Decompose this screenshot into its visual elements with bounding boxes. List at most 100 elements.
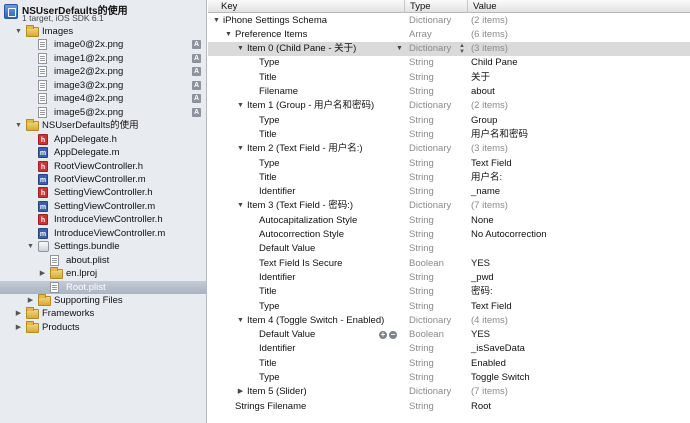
plist-value[interactable]: (2 items) bbox=[471, 14, 508, 28]
plist-value[interactable]: Text Field bbox=[471, 300, 512, 314]
plist-type[interactable]: String bbox=[409, 71, 434, 85]
plist-value[interactable]: (2 items) bbox=[471, 99, 508, 113]
plist-row[interactable]: ▼ Item 0 (Child Pane - 关于) ▼ Dictionary ▲ ▼ (3… bbox=[208, 42, 690, 57]
plist-key[interactable]: Identifier bbox=[259, 271, 295, 285]
plist-type[interactable]: String bbox=[409, 357, 434, 371]
plist-row[interactable]: Title String 用户名和密码 bbox=[208, 128, 690, 142]
plist-type[interactable]: Array bbox=[409, 28, 432, 42]
plist-value[interactable]: (7 items) bbox=[471, 199, 508, 213]
plist-key[interactable]: Text Field Is Secure bbox=[259, 257, 342, 271]
plist-row[interactable]: Type String Group bbox=[208, 114, 690, 128]
plist-row[interactable]: ▼ iPhone Settings Schema Dictionary (2 item… bbox=[208, 14, 690, 28]
plist-row[interactable]: Title String 用户名: bbox=[208, 171, 690, 185]
plist-key[interactable]: Item 3 (Text Field - 密码:) bbox=[247, 199, 353, 213]
plist-value[interactable]: (4 items) bbox=[471, 314, 508, 328]
navigator-item[interactable]: ▼ Images bbox=[0, 25, 206, 38]
plist-key[interactable]: Type bbox=[259, 56, 280, 70]
plist-row[interactable]: Text Field Is Secure Boolean YES bbox=[208, 257, 690, 271]
value-column-header[interactable]: Value bbox=[467, 0, 690, 13]
plist-type[interactable]: String bbox=[409, 342, 434, 356]
plist-type[interactable]: String bbox=[409, 214, 434, 228]
plist-key[interactable]: Autocorrection Style bbox=[259, 228, 344, 242]
plist-key[interactable]: Item 1 (Group - 用户名和密码) bbox=[247, 99, 374, 113]
plist-value[interactable]: No Autocorrection bbox=[471, 228, 547, 242]
plist-value[interactable]: YES bbox=[471, 328, 490, 342]
plist-row[interactable]: Default Value + − Boolean YES bbox=[208, 328, 690, 342]
disclosure-open-icon[interactable]: ▼ bbox=[236, 142, 245, 156]
plist-key[interactable]: Item 0 (Child Pane - 关于) bbox=[247, 42, 356, 56]
remove-row-icon[interactable]: − bbox=[389, 331, 397, 340]
navigator-item[interactable]: ▼ NSUserDefaults的使用 bbox=[0, 119, 206, 132]
plist-type[interactable]: String bbox=[409, 285, 434, 299]
plist-type[interactable]: String bbox=[409, 56, 434, 70]
plist-value[interactable]: _pwd bbox=[471, 271, 494, 285]
navigator-item[interactable]: image1@2x.png A bbox=[0, 52, 206, 65]
plist-key[interactable]: Identifier bbox=[259, 185, 295, 199]
plist-value[interactable]: (3 items) bbox=[471, 42, 508, 56]
plist-row[interactable]: Type String Child Pane bbox=[208, 56, 690, 70]
plist-key[interactable]: Filename bbox=[259, 85, 298, 99]
disclosure-closed-icon[interactable]: ▶ bbox=[14, 307, 23, 320]
plist-type[interactable]: Boolean bbox=[409, 328, 444, 342]
plist-type[interactable]: Dictionary bbox=[409, 314, 451, 328]
plist-value[interactable]: 密码: bbox=[471, 285, 493, 299]
plist-row[interactable]: Default Value String bbox=[208, 242, 690, 256]
plist-type[interactable]: Boolean bbox=[409, 257, 444, 271]
plist-key[interactable]: Autocapitalization Style bbox=[259, 214, 357, 228]
navigator-item[interactable]: h RootViewController.h bbox=[0, 160, 206, 173]
navigator-item[interactable]: m AppDelegate.m bbox=[0, 146, 206, 159]
plist-key[interactable]: Preference Items bbox=[235, 28, 307, 42]
disclosure-open-icon[interactable]: ▼ bbox=[236, 99, 245, 113]
plist-value[interactable]: about bbox=[471, 85, 495, 99]
navigator-item[interactable]: h IntroduceViewController.h bbox=[0, 213, 206, 226]
navigator-item[interactable]: ▶ Supporting Files bbox=[0, 294, 206, 307]
disclosure-closed-icon[interactable]: ▶ bbox=[14, 321, 23, 334]
navigator-item[interactable]: ▼ Settings.bundle bbox=[0, 240, 206, 253]
plist-row[interactable]: Autocapitalization Style String None bbox=[208, 214, 690, 228]
add-row-icon[interactable]: + bbox=[379, 331, 387, 340]
disclosure-closed-icon[interactable]: ▶ bbox=[236, 385, 245, 399]
plist-type[interactable]: String bbox=[409, 400, 434, 414]
plist-type[interactable]: Dictionary bbox=[409, 99, 451, 113]
plist-type[interactable]: String bbox=[409, 185, 434, 199]
plist-type[interactable]: Dictionary bbox=[409, 199, 451, 213]
plist-key[interactable]: Type bbox=[259, 114, 280, 128]
plist-type[interactable]: String bbox=[409, 114, 434, 128]
plist-value[interactable]: Toggle Switch bbox=[471, 371, 530, 385]
plist-key[interactable]: Title bbox=[259, 357, 277, 371]
disclosure-closed-icon[interactable]: ▶ bbox=[38, 267, 47, 280]
plist-key[interactable]: Default Value bbox=[259, 242, 315, 256]
navigator-item[interactable]: image2@2x.png A bbox=[0, 65, 206, 78]
plist-value[interactable]: Text Field bbox=[471, 157, 512, 171]
plist-type[interactable]: String bbox=[409, 242, 434, 256]
navigator-item[interactable]: ▶ Frameworks bbox=[0, 307, 206, 320]
plist-type[interactable]: String bbox=[409, 157, 434, 171]
plist-value[interactable]: _name bbox=[471, 185, 500, 199]
disclosure-open-icon[interactable]: ▼ bbox=[26, 240, 35, 253]
navigator-item[interactable]: h SettingViewController.h bbox=[0, 186, 206, 199]
navigator-item[interactable]: m IntroduceViewController.m bbox=[0, 227, 206, 240]
plist-row[interactable]: Identifier String _isSaveData bbox=[208, 342, 690, 356]
plist-row[interactable]: Strings Filename String Root bbox=[208, 400, 690, 414]
plist-row[interactable]: Title String 关于 bbox=[208, 71, 690, 85]
plist-row[interactable]: ▼ Item 2 (Text Field - 用户名:) Dictionary (3 … bbox=[208, 142, 690, 156]
navigator-item[interactable]: image0@2x.png A bbox=[0, 38, 206, 51]
navigator-item[interactable]: h AppDelegate.h bbox=[0, 133, 206, 146]
plist-type[interactable]: Dictionary bbox=[409, 142, 451, 156]
plist-row[interactable]: Title String Enabled bbox=[208, 357, 690, 371]
type-stepper-icon[interactable]: ▲ ▼ bbox=[459, 43, 465, 55]
plist-row[interactable]: Type String Text Field bbox=[208, 300, 690, 314]
plist-type[interactable]: String bbox=[409, 371, 434, 385]
plist-key[interactable]: Item 5 (Slider) bbox=[247, 385, 307, 399]
plist-row[interactable]: Identifier String _name bbox=[208, 185, 690, 199]
plist-value[interactable]: Enabled bbox=[471, 357, 506, 371]
plist-type[interactable]: String bbox=[409, 85, 434, 99]
plist-value[interactable]: Child Pane bbox=[471, 56, 517, 70]
disclosure-open-icon[interactable]: ▼ bbox=[236, 42, 245, 56]
navigator-item[interactable]: Root.plist bbox=[0, 280, 206, 294]
navigator-item[interactable]: image4@2x.png A bbox=[0, 92, 206, 105]
plist-row[interactable]: ▶ Item 5 (Slider) Dictionary (7 items) bbox=[208, 385, 690, 399]
plist-value[interactable]: (7 items) bbox=[471, 385, 508, 399]
plist-row[interactable]: ▼ Item 1 (Group - 用户名和密码) Dictionary (2 ite… bbox=[208, 99, 690, 113]
plist-key[interactable]: Identifier bbox=[259, 342, 295, 356]
